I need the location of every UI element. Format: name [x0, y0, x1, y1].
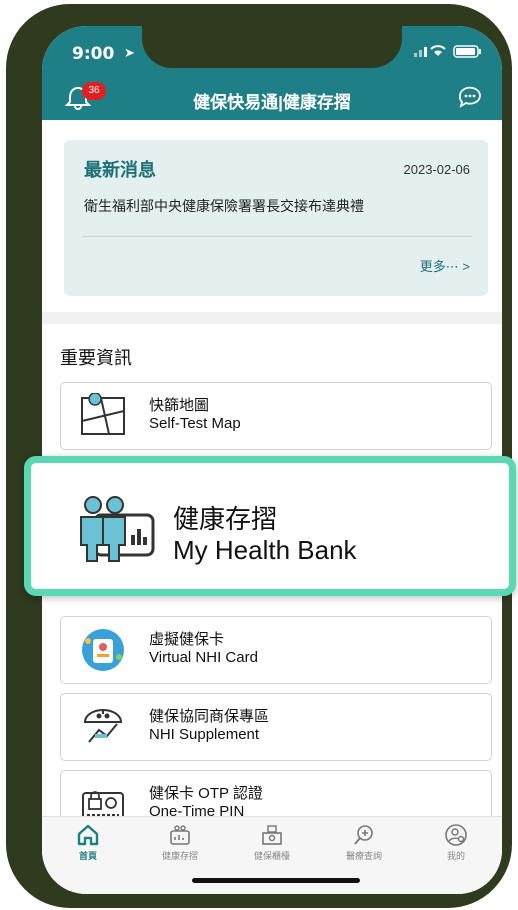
chat-icon[interactable] — [456, 85, 484, 111]
home-icon — [77, 824, 99, 846]
home-indicator — [192, 878, 360, 883]
item-title: 健保協同商保專區 — [149, 708, 270, 725]
item-self-test-map[interactable]: 快篩地圖 Self-Test Map — [60, 382, 492, 450]
item-title: 虛擬健保卡 — [149, 631, 225, 648]
tab-label: 首頁 — [78, 851, 97, 861]
health-bank-icon — [80, 496, 155, 562]
item-virtual-nhi-card[interactable]: 虛擬健保卡 Virtual NHI Card — [60, 616, 492, 684]
tab-medical-query[interactable]: 醫療查詢 — [318, 823, 410, 867]
status-bar: 9:00 ➤ — [42, 26, 502, 76]
user-settings-icon — [445, 824, 467, 846]
news-divider — [82, 236, 472, 237]
map-icon — [81, 393, 125, 435]
device-notch — [142, 26, 402, 68]
status-time: 9:00 — [72, 44, 115, 64]
virtual-card-icon — [82, 629, 124, 671]
tab-home[interactable]: 首頁 — [42, 823, 134, 867]
item-title: 快篩地圖 — [149, 397, 210, 414]
tab-label: 健康存摺 — [161, 851, 198, 861]
item-subtitle: Self-Test Map — [149, 415, 241, 432]
item-title: 健保卡 OTP 認證 — [149, 785, 263, 802]
health-bank-icon — [170, 825, 190, 845]
tab-label: 我的 — [446, 851, 465, 861]
status-icons — [414, 44, 484, 61]
location-arrow-icon: ➤ — [124, 45, 135, 60]
app-header: 36 健保快易通|健康存摺 — [42, 76, 502, 120]
section-separator — [42, 312, 502, 324]
item-subtitle: Virtual NHI Card — [149, 649, 258, 666]
tab-nhi-counter[interactable]: 健保櫃檯 — [226, 823, 318, 867]
item-label: 健保協同商保專區 NHI Supplement — [149, 708, 269, 744]
signal-wifi-battery-icon — [414, 45, 481, 58]
highlight-title: 健康存摺 — [173, 504, 278, 534]
highlight-subtitle: My Health Bank — [173, 535, 357, 565]
tab-label: 健保櫃檯 — [253, 851, 290, 861]
my-health-bank-card[interactable]: 健康存摺 My Health Bank — [24, 456, 516, 596]
news-more-link[interactable]: 更多⋯ > — [420, 256, 470, 275]
tab-label: 醫療查詢 — [345, 851, 382, 861]
item-label: 快篩地圖 Self-Test Map — [149, 397, 241, 433]
item-label: 虛擬健保卡 Virtual NHI Card — [149, 631, 258, 667]
item-nhi-supplement[interactable]: 健保協同商保專區 NHI Supplement — [60, 693, 492, 761]
news-card[interactable]: 最新消息 2023-02-06 衛生福利部中央健康保險署署長交接布達典禮 更多⋯… — [64, 140, 488, 296]
tab-my-account[interactable]: 我的 — [410, 823, 502, 867]
item-subtitle: NHI Supplement — [149, 726, 260, 743]
section-title: 重要資訊 — [60, 348, 132, 368]
news-heading: 最新消息 — [84, 160, 156, 180]
news-headline[interactable]: 衛生福利部中央健康保險署署長交接布達典禮 — [84, 196, 364, 216]
medical-search-icon — [354, 825, 373, 845]
page-title: 健保快易通|健康存摺 — [193, 93, 351, 112]
umbrella-handshake-icon — [83, 709, 123, 743]
counter-icon — [262, 825, 282, 845]
news-date: 2023-02-06 — [403, 162, 471, 177]
tab-health-bank[interactable]: 健康存摺 — [134, 823, 226, 867]
